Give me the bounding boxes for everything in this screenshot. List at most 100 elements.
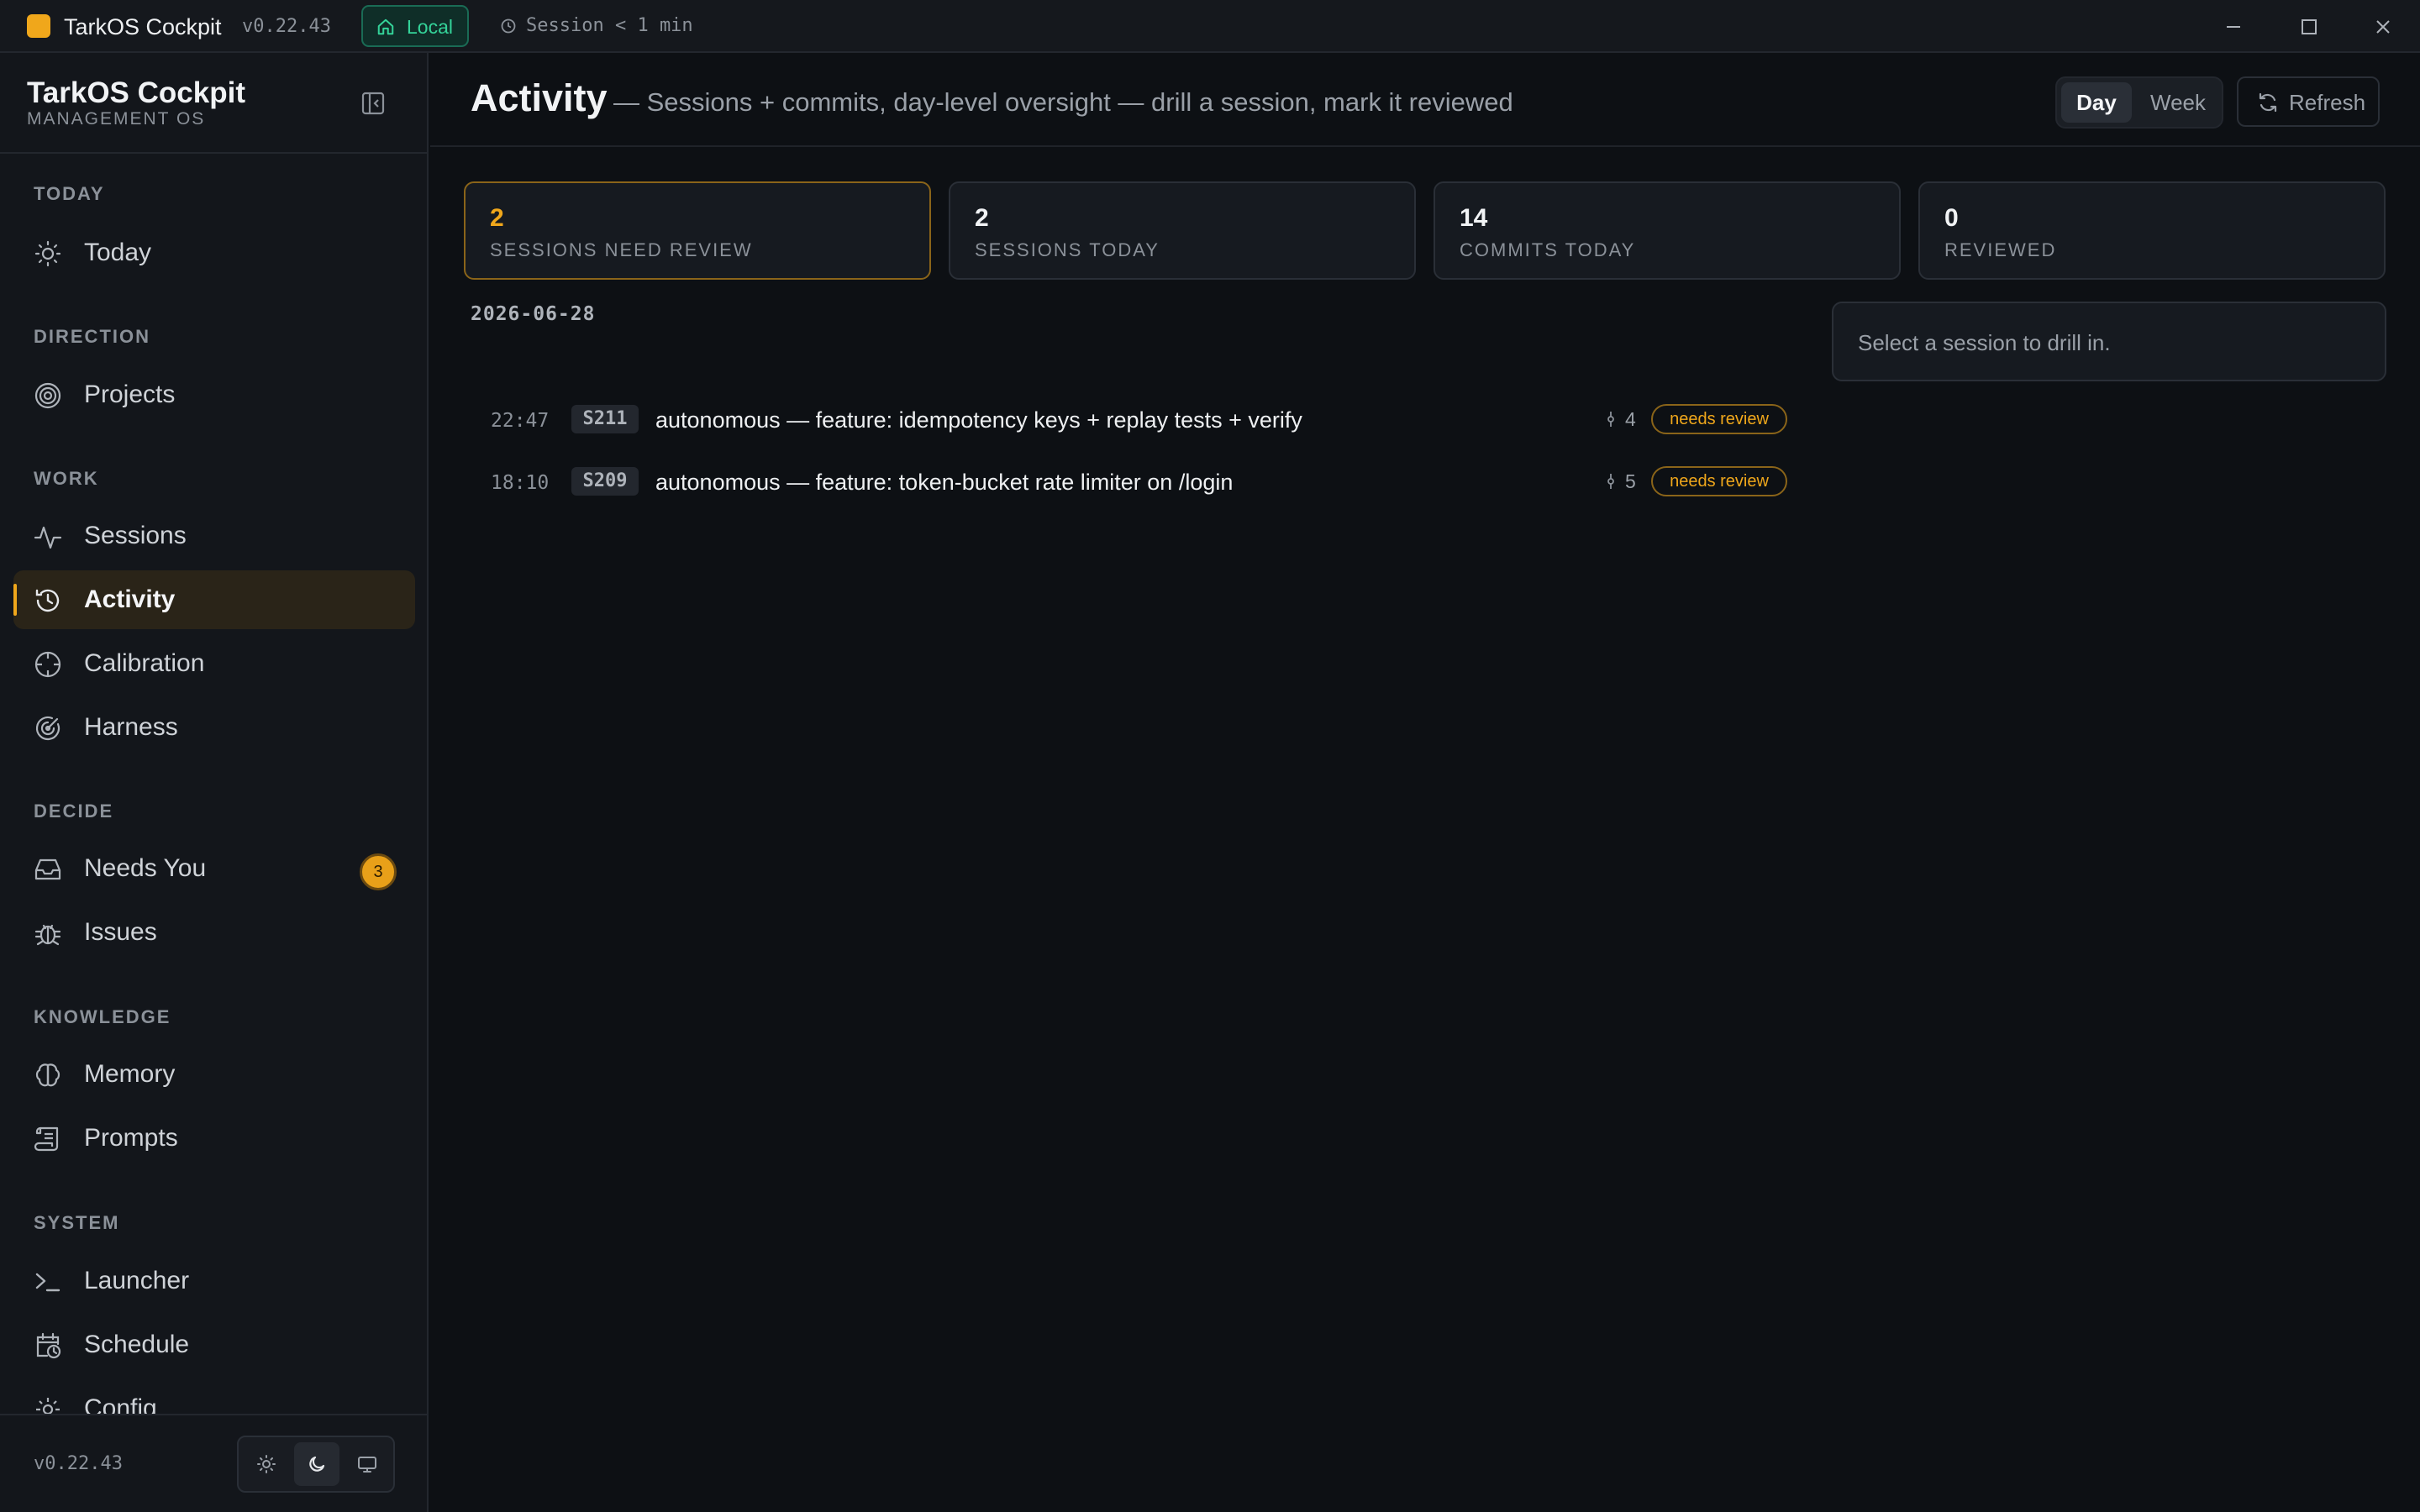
status-badge: needs review [1651, 404, 1787, 434]
commit-icon [1607, 412, 1614, 427]
sidebar-item-issues[interactable]: Issues [13, 903, 415, 962]
minimize-button[interactable] [2217, 10, 2250, 44]
sidebar-item-projects[interactable]: Projects [13, 365, 415, 424]
refresh-button[interactable]: Refresh [2237, 76, 2380, 127]
sidebar-item-label: Activity [84, 585, 176, 613]
home-icon [377, 18, 394, 35]
stat-value: 14 [1460, 204, 1488, 232]
session-id-badge: S209 [571, 467, 639, 496]
session-row[interactable]: 22:47 S211 autonomous — feature: idempot… [471, 394, 1803, 446]
environment-badge[interactable]: Local [361, 5, 469, 47]
main-content: Activity — Sessions + commits, day-level… [430, 53, 2420, 1512]
page-subtitle: — Sessions + commits, day-level oversigh… [613, 87, 1513, 117]
page-title: Activity [471, 76, 608, 119]
session-timer-label: Session < 1 min [526, 15, 693, 36]
minimize-icon [2227, 26, 2240, 28]
maximize-icon [2302, 19, 2317, 34]
close-button[interactable] [2366, 10, 2400, 44]
inbox-icon [34, 855, 62, 884]
sidebar-collapse-icon [361, 92, 385, 115]
theme-system-button[interactable] [345, 1442, 390, 1486]
stat-label: REVIEWED [1944, 239, 2057, 260]
sidebar-item-label: Issues [84, 918, 157, 946]
app-version: v0.22.43 [242, 16, 331, 37]
session-title: autonomous — feature: idempotency keys +… [655, 407, 1302, 433]
range-week-button[interactable]: Week [2139, 82, 2217, 123]
theme-light-button[interactable] [244, 1442, 289, 1486]
sidebar-item-sessions[interactable]: Sessions [13, 507, 415, 565]
date-heading: 2026-06-28 [471, 303, 596, 325]
crosshair-icon [34, 650, 62, 679]
brand-title: TarkOS Cockpit [27, 76, 245, 109]
session-row[interactable]: 18:10 S209 autonomous — feature: token-b… [471, 456, 1803, 508]
sidebar-item-today[interactable]: Today [13, 223, 415, 282]
sidebar-item-label: Prompts [84, 1124, 178, 1152]
status-badge: needs review [1651, 466, 1787, 496]
stat-label: SESSIONS TODAY [975, 239, 1160, 260]
stat-value: 2 [490, 204, 504, 232]
radar-icon [34, 714, 62, 743]
sidebar: TarkOS Cockpit MANAGEMENT OS TODAY Today… [0, 53, 429, 1512]
brain-icon [34, 1061, 62, 1089]
session-time: 22:47 [491, 410, 550, 432]
session-detail-panel: Select a session to drill in. [1832, 302, 2386, 381]
stat-value: 2 [975, 204, 989, 232]
sidebar-divider [0, 152, 427, 154]
footer-version: v0.22.43 [34, 1453, 123, 1474]
sidebar-item-label: Harness [84, 713, 178, 741]
section-label-direction: DIRECTION [34, 326, 150, 347]
sun-icon [34, 239, 62, 268]
range-day-button[interactable]: Day [2061, 82, 2132, 123]
sidebar-item-label: Today [84, 239, 152, 266]
theme-switcher [237, 1436, 395, 1493]
sidebar-item-calibration[interactable]: Calibration [13, 634, 415, 693]
monitor-icon [358, 1457, 376, 1473]
scroll-icon [34, 1125, 62, 1153]
refresh-icon [2259, 92, 2277, 113]
history-icon [34, 586, 62, 615]
terminal-icon [34, 1268, 62, 1296]
sidebar-item-needs-you[interactable]: Needs You 3 [13, 839, 415, 898]
sidebar-item-schedule[interactable]: Schedule [13, 1315, 415, 1374]
sidebar-item-label: Projects [84, 381, 176, 408]
stat-label: COMMITS TODAY [1460, 239, 1636, 260]
session-time: 18:10 [491, 472, 550, 494]
session-title: autonomous — feature: token-bucket rate … [655, 470, 1234, 495]
stat-card-sessions-need-review[interactable]: 2 SESSIONS NEED REVIEW [464, 181, 931, 280]
detail-placeholder: Select a session to drill in. [1858, 330, 2111, 355]
stat-card-reviewed[interactable]: 0 REVIEWED [1918, 181, 2386, 280]
app-name: TarkOS Cockpit [64, 14, 222, 39]
stat-card-commits-today[interactable]: 14 COMMITS TODAY [1434, 181, 1901, 280]
app-logo-icon [27, 14, 50, 38]
sidebar-item-memory[interactable]: Memory [13, 1045, 415, 1104]
sidebar-item-prompts[interactable]: Prompts [13, 1109, 415, 1168]
sidebar-item-harness[interactable]: Harness [13, 698, 415, 757]
sidebar-item-launcher[interactable]: Launcher [13, 1252, 415, 1310]
section-label-work: WORK [34, 468, 99, 489]
page-header: Activity — Sessions + commits, day-level… [430, 53, 2420, 147]
calendar-clock-icon [34, 1331, 62, 1360]
commit-count: 5 [1625, 470, 1636, 492]
sidebar-item-label: Memory [84, 1060, 176, 1088]
sidebar-footer: v0.22.43 [0, 1414, 427, 1512]
sidebar-item-activity[interactable]: Activity [13, 570, 415, 629]
sidebar-item-label: Calibration [84, 649, 205, 677]
target-icon [34, 381, 62, 410]
collapse-sidebar-button[interactable] [356, 87, 390, 120]
range-toggle: Day Week [2055, 76, 2223, 129]
commit-icon [1607, 474, 1614, 489]
stat-card-sessions-today[interactable]: 2 SESSIONS TODAY [949, 181, 1416, 280]
section-label-decide: DECIDE [34, 801, 114, 822]
maximize-button[interactable] [2292, 10, 2326, 44]
refresh-label: Refresh [2289, 90, 2366, 115]
section-label-system: SYSTEM [34, 1212, 120, 1233]
title-bar: TarkOS Cockpit v0.22.43 Local Session < … [0, 0, 2420, 53]
notification-count-badge: 3 [360, 853, 397, 890]
clock-icon [501, 18, 516, 34]
session-id-badge: S211 [571, 405, 639, 433]
sidebar-item-label: Launcher [84, 1267, 190, 1294]
theme-dark-button[interactable] [294, 1442, 339, 1486]
pulse-icon [34, 522, 62, 551]
stat-value: 0 [1944, 204, 1959, 232]
sidebar-item-label: Needs You [84, 854, 207, 882]
